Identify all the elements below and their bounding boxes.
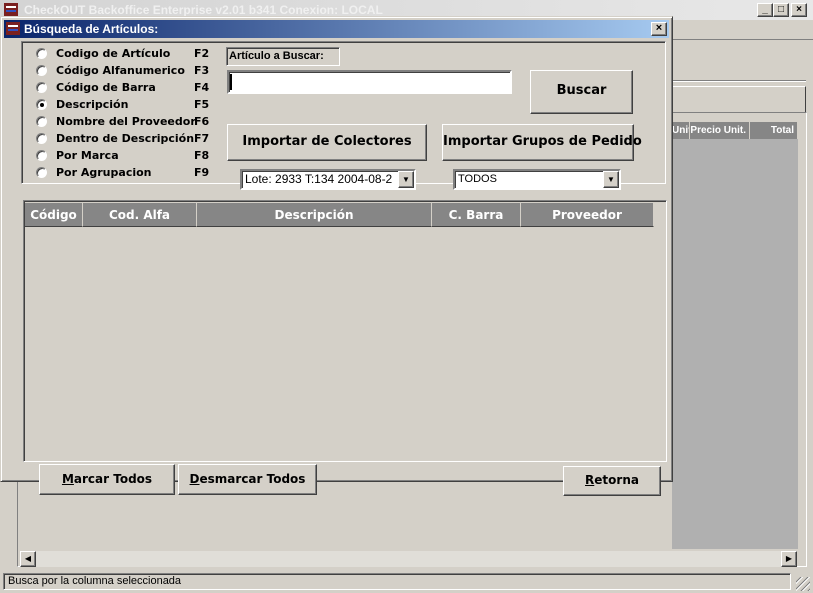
desmarcar-todos-button[interactable]: Desmarcar Todos (178, 464, 317, 495)
radio-label: Por Marca (56, 149, 119, 162)
radio-circle[interactable] (36, 48, 47, 59)
grupo-select-value: TODOS (458, 173, 497, 185)
radio-shortcut: F4 (194, 81, 210, 94)
radio-nombre-proveedor[interactable]: Nombre del Proveedor F6 (34, 114, 224, 130)
radio-shortcut: F3 (194, 64, 210, 77)
radio-label: Codigo de Artículo (56, 47, 171, 60)
minimize-button[interactable]: _ (757, 3, 773, 17)
radio-shortcut: F5 (194, 98, 210, 111)
importar-colectores-button[interactable]: Importar de Colectores (227, 124, 427, 161)
radio-label: Código de Barra (56, 81, 156, 94)
lote-select[interactable]: Lote: 2933 T:134 2004-08-2 ▼ (240, 169, 416, 190)
radio-label: Dentro de Descripción (56, 132, 195, 145)
horizontal-scrollbar[interactable]: ◀ ▶ (20, 551, 797, 567)
search-input[interactable] (227, 70, 512, 94)
retorna-mnemonic: R (585, 473, 595, 487)
radio-circle-selected[interactable] (36, 99, 47, 110)
status-bar: Busca por la columna seleccionada (0, 571, 813, 593)
column-header-proveedor[interactable]: Proveedor (521, 203, 654, 227)
radio-label: Por Agrupacion (56, 166, 152, 179)
radio-shortcut: F8 (194, 149, 210, 162)
grid-header: Código Cod. Alfa Descripción C. Barra Pr… (25, 203, 655, 227)
app-icon (4, 3, 18, 16)
marcar-todos-button[interactable]: Marcar Todos (39, 464, 175, 495)
column-header-descripcion[interactable]: Descripción (197, 203, 432, 227)
dialog-title: Búsqueda de Artículos: (24, 22, 159, 36)
radio-label: Descripción (56, 98, 129, 111)
status-text: Busca por la columna seleccionada (3, 573, 791, 590)
size-grip-icon[interactable] (796, 577, 810, 591)
marcar-todos-label: arcar Todos (73, 472, 153, 486)
column-header-c-barra[interactable]: C. Barra (432, 203, 521, 227)
desmarcar-todos-mnemonic: D (189, 472, 200, 486)
background-column-unit[interactable]: Unit. (672, 122, 690, 139)
retorna-button[interactable]: Retorna (563, 466, 661, 496)
text-caret (230, 74, 232, 90)
radio-por-marca[interactable]: Por Marca F8 (34, 148, 224, 164)
radio-shortcut: F2 (194, 47, 210, 60)
radio-circle[interactable] (36, 82, 47, 93)
background-grid-header: Unit. Precio Unit. Total (672, 122, 798, 139)
toolbar-divider (672, 80, 806, 82)
radio-shortcut: F9 (194, 166, 210, 179)
retorna-label: etorna (594, 473, 639, 487)
main-close-button[interactable]: × (791, 3, 807, 17)
grid-body[interactable] (25, 227, 655, 460)
marcar-todos-mnemonic: M (61, 472, 74, 486)
radio-codigo-barra[interactable]: Código de Barra F4 (34, 80, 224, 96)
radio-por-agrupacion[interactable]: Por Agrupacion F9 (34, 165, 224, 181)
articles-grid[interactable]: Código Cod. Alfa Descripción C. Barra Pr… (23, 200, 667, 462)
background-grid-body (672, 139, 798, 549)
dropdown-arrow-icon[interactable]: ▼ (398, 171, 414, 188)
radio-codigo-articulo[interactable]: Codigo de Artículo F2 (34, 46, 224, 62)
radio-codigo-alfanumerico[interactable]: Código Alfanumerico F3 (34, 63, 224, 79)
radio-shortcut: F6 (194, 115, 210, 128)
background-column-precio-unit[interactable]: Precio Unit. (690, 122, 750, 139)
radio-label: Nombre del Proveedor (56, 115, 196, 128)
scroll-left-icon[interactable]: ◀ (20, 551, 36, 567)
radio-circle[interactable] (36, 150, 47, 161)
buscar-button[interactable]: Buscar (530, 70, 633, 114)
radio-label: Código Alfanumerico (56, 64, 185, 77)
lote-select-value: Lote: 2933 T:134 2004-08-2 (245, 172, 393, 186)
background-column-total[interactable]: Total (750, 122, 798, 139)
dialog-titlebar[interactable]: Búsqueda de Artículos: × (4, 20, 669, 38)
importar-grupos-button[interactable]: Importar Grupos de Pedido (442, 124, 642, 161)
maximize-button[interactable]: □ (773, 3, 789, 17)
search-options-panel: Codigo de Artículo F2 Código Alfanumeric… (21, 41, 666, 190)
radio-circle[interactable] (36, 116, 47, 127)
column-header-cod-alfa[interactable]: Cod. Alfa (83, 203, 197, 227)
radio-descripcion[interactable]: Descripción F5 (34, 97, 224, 113)
scroll-right-icon[interactable]: ▶ (781, 551, 797, 567)
desmarcar-todos-label: esmarcar Todos (199, 472, 306, 486)
radio-circle[interactable] (36, 167, 47, 178)
dialog-close-button[interactable]: × (651, 22, 667, 36)
column-header-codigo[interactable]: Código (25, 203, 83, 227)
radio-shortcut: F7 (194, 132, 210, 145)
radio-circle[interactable] (36, 133, 47, 144)
search-label: Artículo a Buscar: (226, 47, 340, 66)
radio-dot (40, 103, 44, 107)
main-window-title: CheckOUT Backoffice Enterprise v2.01 b34… (24, 3, 383, 17)
dialog-icon (6, 22, 20, 35)
radio-circle[interactable] (36, 65, 47, 76)
dropdown-arrow-icon[interactable]: ▼ (603, 171, 619, 188)
background-tab[interactable] (672, 86, 806, 112)
search-dialog: Búsqueda de Artículos: × Codigo de Artíc… (0, 16, 673, 496)
radio-dentro-descripcion[interactable]: Dentro de Descripción F7 (34, 131, 224, 147)
grupo-select[interactable]: TODOS ▼ (453, 169, 621, 190)
